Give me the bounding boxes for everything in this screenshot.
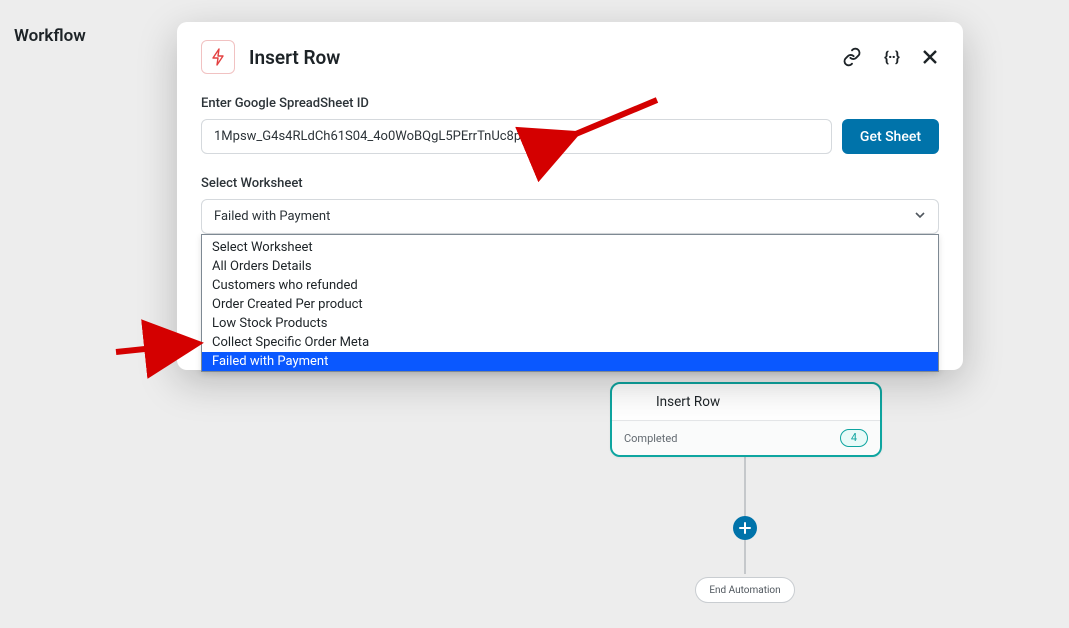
chevron-down-icon bbox=[914, 209, 926, 225]
link-icon[interactable] bbox=[842, 47, 862, 67]
worksheet-option[interactable]: Collect Specific Order Meta bbox=[202, 333, 938, 352]
workflow-step-count-badge[interactable]: 4 bbox=[840, 429, 868, 447]
workflow-step-status: Completed bbox=[624, 432, 677, 445]
worksheet-label: Select Worksheet bbox=[201, 176, 939, 191]
modal-title: Insert Row bbox=[249, 46, 828, 69]
page-title: Workflow bbox=[14, 26, 86, 46]
close-icon[interactable] bbox=[921, 48, 939, 66]
worksheet-option[interactable]: Order Created Per product bbox=[202, 295, 938, 314]
worksheet-option[interactable]: All Orders Details bbox=[202, 257, 938, 276]
end-automation-pill[interactable]: End Automation bbox=[695, 577, 795, 603]
worksheet-option[interactable]: Select Worksheet bbox=[202, 235, 938, 257]
lightning-icon bbox=[201, 40, 235, 74]
worksheet-option[interactable]: Low Stock Products bbox=[202, 314, 938, 333]
workflow-step-card[interactable]: Insert Row Completed 4 bbox=[610, 382, 882, 457]
plus-icon bbox=[739, 519, 751, 538]
insert-row-modal: Insert Row {··} Enter Google SpreadSheet… bbox=[177, 22, 963, 370]
workflow-step-action-label: Insert Row bbox=[612, 384, 880, 420]
add-step-button[interactable] bbox=[733, 516, 757, 540]
merge-tags-icon[interactable]: {··} bbox=[884, 48, 899, 66]
worksheet-dropdown: Select Worksheet All Orders Details Cust… bbox=[201, 234, 939, 372]
worksheet-select[interactable]: Failed with Payment bbox=[201, 199, 939, 234]
worksheet-option[interactable]: Failed with Payment bbox=[202, 352, 938, 371]
annotation-arrow bbox=[557, 92, 667, 152]
get-sheet-button[interactable]: Get Sheet bbox=[842, 119, 939, 154]
worksheet-selected-value: Failed with Payment bbox=[214, 209, 330, 224]
worksheet-option[interactable]: Customers who refunded bbox=[202, 276, 938, 295]
workflow-step-footer: Completed 4 bbox=[612, 420, 880, 455]
spreadsheet-id-input[interactable] bbox=[201, 119, 832, 154]
annotation-arrow bbox=[110, 324, 206, 372]
